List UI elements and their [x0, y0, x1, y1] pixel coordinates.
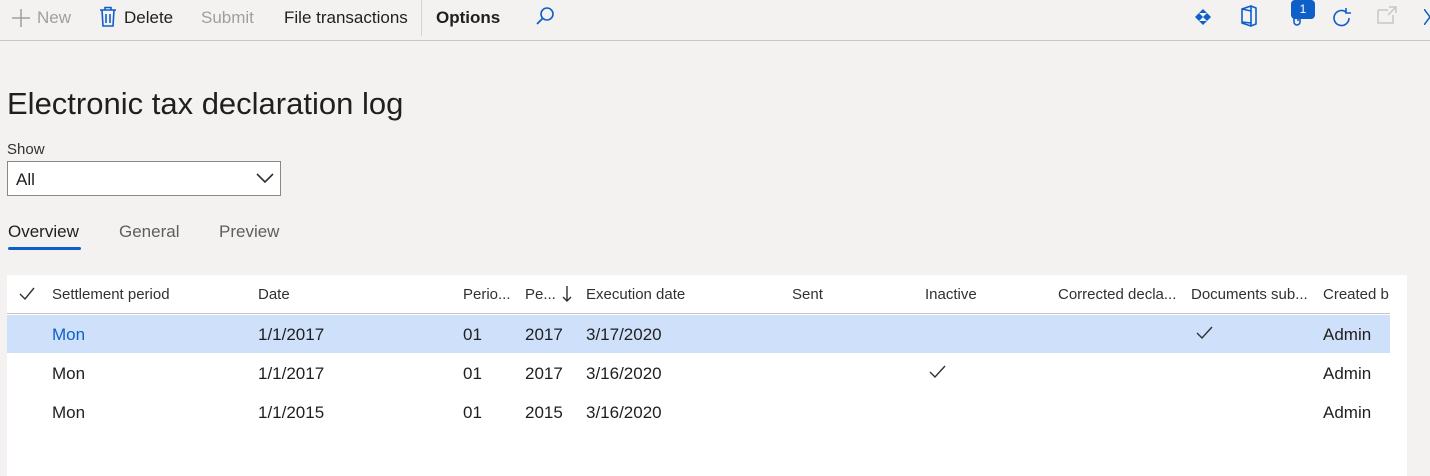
grid-header: Settlement period Date Perio... Pe... Ex… — [7, 275, 1390, 314]
log-grid: Settlement period Date Perio... Pe... Ex… — [7, 275, 1407, 476]
year-cell: 2015 — [525, 403, 563, 422]
close-icon[interactable] — [1423, 8, 1430, 30]
office-icon[interactable] — [1240, 5, 1258, 32]
show-dropdown[interactable]: All — [7, 161, 281, 196]
column-header-created-by[interactable]: Created b — [1323, 286, 1389, 303]
date-cell: 1/1/2017 — [258, 325, 325, 344]
new-button[interactable]: New — [37, 0, 71, 36]
period-cell: 01 — [463, 325, 482, 344]
year-cell: 2017 — [525, 364, 563, 383]
column-header-execution-date[interactable]: Execution date — [586, 286, 685, 303]
column-header-corrected-declaration[interactable]: Corrected decla... — [1058, 286, 1176, 303]
chevron-down-icon — [256, 171, 274, 190]
inactive-checkmark-icon — [929, 365, 946, 384]
column-header-date[interactable]: Date — [258, 286, 290, 303]
settlement-period-cell[interactable]: Mon — [52, 364, 85, 384]
sort-descending-icon[interactable] — [562, 285, 572, 308]
column-header-documents-submitted[interactable]: Documents sub... — [1191, 286, 1308, 303]
column-header-period[interactable]: Perio... — [463, 286, 511, 303]
documents-submitted-checkmark-icon — [1196, 326, 1213, 345]
period-cell: 01 — [463, 364, 482, 383]
execution-date-cell: 3/16/2020 — [586, 364, 662, 383]
attachments-count-badge: 1 — [1291, 0, 1315, 19]
created-by-cell: Admin — [1323, 403, 1372, 422]
column-header-sent[interactable]: Sent — [792, 286, 823, 303]
tab-preview[interactable]: Preview — [219, 222, 279, 242]
delete-button[interactable]: Delete — [124, 0, 173, 36]
tab-overview[interactable]: Overview — [8, 222, 79, 242]
created-by-cell: Admin — [1323, 325, 1372, 344]
table-row[interactable]: Mon 1/1/2017 01 2017 3/17/2020 Admin — [7, 315, 1390, 353]
power-apps-icon[interactable] — [1194, 8, 1212, 31]
options-tab[interactable]: Options — [436, 0, 500, 36]
submit-button[interactable]: Submit — [201, 0, 254, 36]
trash-icon — [99, 6, 117, 33]
active-tab-indicator — [8, 247, 81, 250]
execution-date-cell: 3/17/2020 — [586, 325, 662, 344]
execution-date-cell: 3/16/2020 — [586, 403, 662, 422]
year-cell: 2017 — [525, 325, 563, 344]
page-title: Electronic tax declaration log — [7, 86, 404, 121]
settlement-period-cell[interactable]: Mon — [52, 403, 85, 423]
show-label: Show — [7, 141, 45, 158]
table-row[interactable]: Mon 1/1/2015 01 2015 3/16/2020 Admin — [7, 393, 1390, 431]
column-header-year[interactable]: Pe... — [525, 286, 556, 303]
plus-icon — [11, 8, 31, 33]
date-cell: 1/1/2015 — [258, 403, 325, 422]
tab-general[interactable]: General — [119, 222, 179, 242]
open-in-new-window-icon[interactable] — [1377, 6, 1397, 29]
column-header-settlement-period[interactable]: Settlement period — [52, 286, 170, 303]
created-by-cell: Admin — [1323, 364, 1372, 383]
toolbar-divider — [421, 0, 422, 36]
show-dropdown-value: All — [16, 170, 35, 189]
table-row[interactable]: Mon 1/1/2017 01 2017 3/16/2020 Admin — [7, 354, 1390, 392]
action-pane: New Delete Submit File transactions Opti… — [0, 0, 1430, 41]
column-header-inactive[interactable]: Inactive — [925, 286, 977, 303]
file-transactions-button[interactable]: File transactions — [284, 0, 408, 36]
select-all-checkmark-icon[interactable] — [19, 287, 35, 306]
refresh-icon[interactable] — [1330, 6, 1354, 35]
date-cell: 1/1/2017 — [258, 364, 325, 383]
settlement-period-cell[interactable]: Mon — [52, 325, 85, 345]
search-icon[interactable] — [535, 6, 555, 31]
period-cell: 01 — [463, 403, 482, 422]
